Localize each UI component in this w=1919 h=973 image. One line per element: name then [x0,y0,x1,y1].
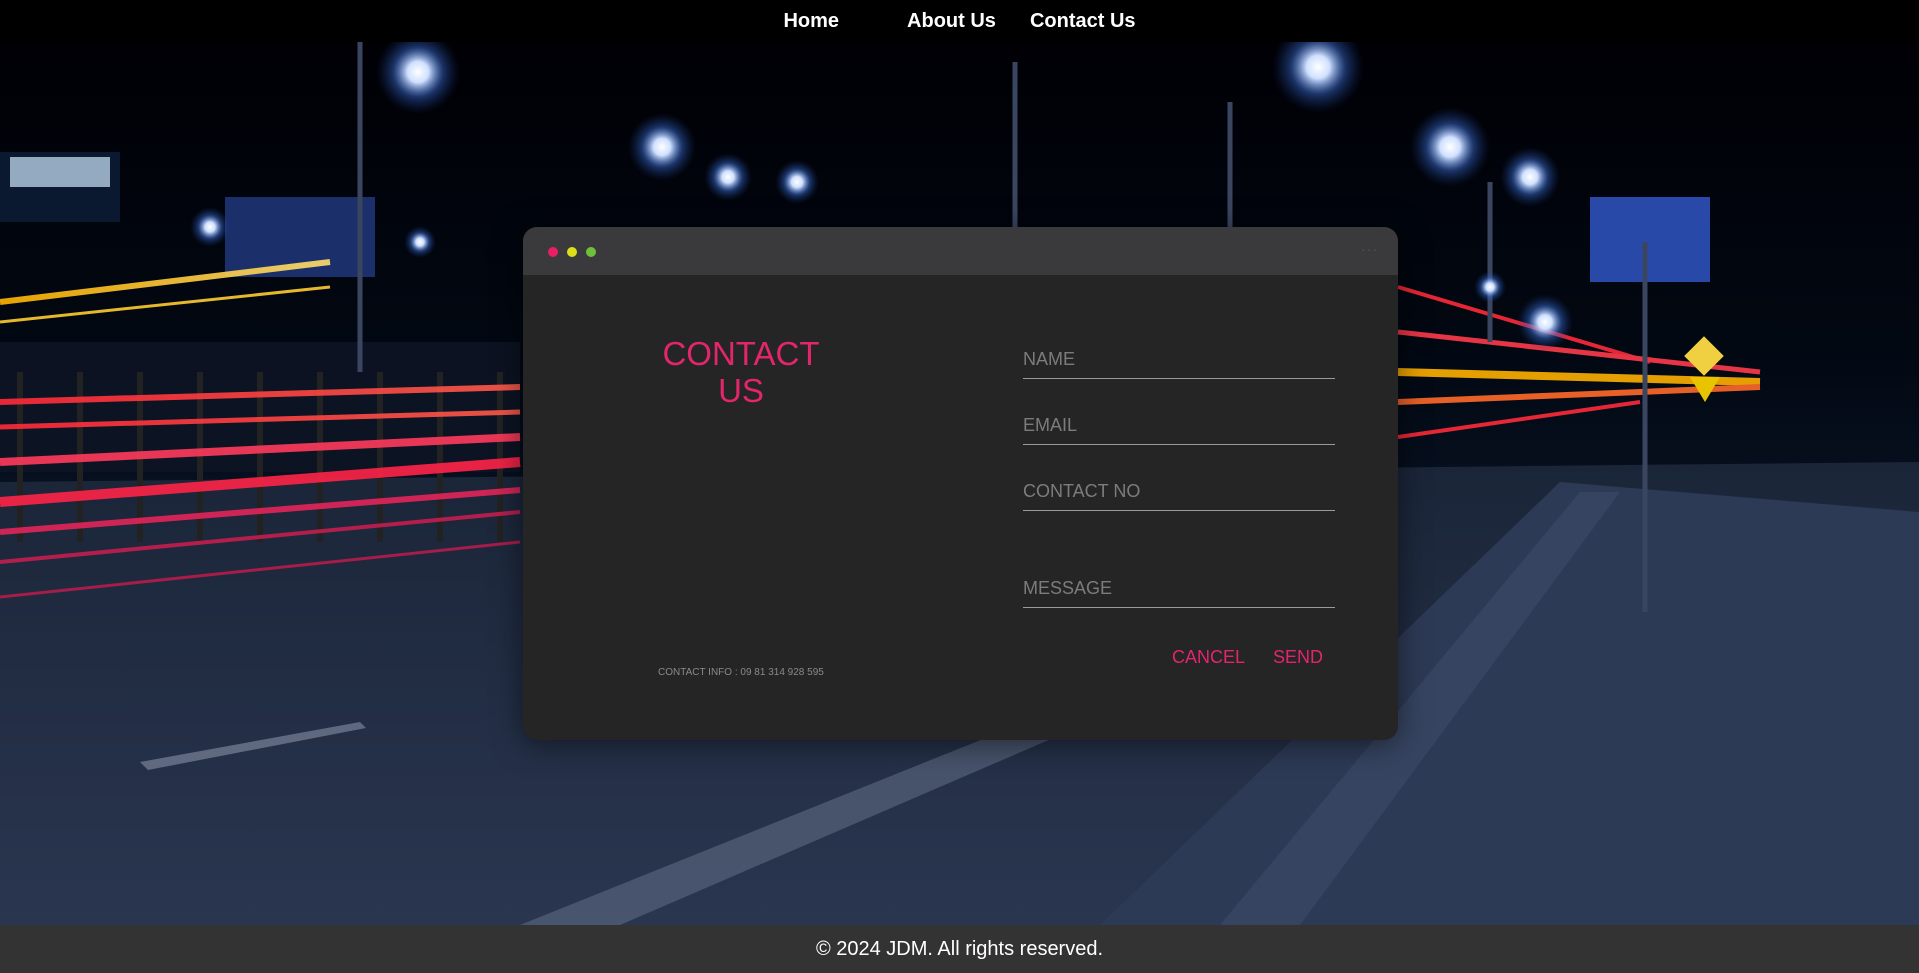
nav-home-link[interactable]: Home [783,10,839,33]
more-dots-icon: ··· [1361,241,1378,257]
nav-contact-link[interactable]: Contact Us [1030,10,1136,33]
contact-card: ··· CONTACT US CONTACT INFO : 09 81 314 … [523,227,1398,740]
top-nav: Home About Us Contact Us [0,0,1919,42]
message-input[interactable] [1023,572,1335,608]
contact-no-input[interactable] [1023,475,1335,511]
email-input[interactable] [1023,409,1335,445]
copyright-text: © 2024 JDM. All rights reserved. [815,937,1104,960]
card-titlebar: ··· [523,227,1398,275]
page: Home About Us Contact Us ··· CONTACT US … [0,0,1919,973]
close-dot-icon [548,247,558,257]
footer: © 2024 JDM. All rights reserved. [0,925,1919,973]
contact-title: CONTACT US [662,335,820,409]
name-input[interactable] [1023,343,1335,379]
minimize-dot-icon [567,247,577,257]
send-button[interactable]: SEND [1267,643,1329,672]
cancel-button[interactable]: CANCEL [1166,643,1251,672]
nav-about-link[interactable]: About Us [907,10,996,33]
contact-info-text: CONTACT INFO : 09 81 314 928 595 [658,667,824,678]
maximize-dot-icon [586,247,596,257]
